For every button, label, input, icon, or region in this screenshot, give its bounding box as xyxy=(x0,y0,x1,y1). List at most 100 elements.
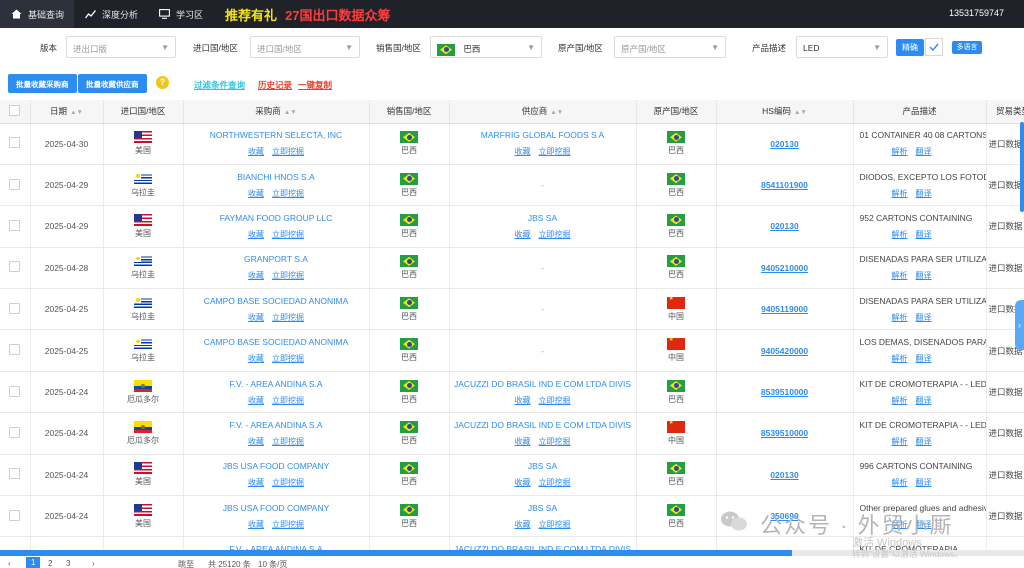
page-link[interactable]: 2 xyxy=(48,559,52,568)
mine-link[interactable]: 立即挖掘 xyxy=(539,230,571,239)
table-row[interactable]: 2025-04-24 美国 JBS USA FOOD COMPANY 收藏 立即挖掘 巴西… xyxy=(0,454,1024,497)
translate-link[interactable]: 翻译 xyxy=(916,271,932,280)
collect-link[interactable]: 收藏 xyxy=(515,230,531,239)
mine-link[interactable]: 立即挖掘 xyxy=(539,520,571,529)
collect-link[interactable]: 收藏 xyxy=(248,271,264,280)
scrollbar-thumb[interactable] xyxy=(0,550,792,556)
buyer-name[interactable]: JBS USA FOOD COMPANY xyxy=(184,503,369,513)
tab-basic-query[interactable]: 基础查询 xyxy=(0,0,75,28)
supplier-name[interactable]: JBS SA xyxy=(450,213,636,223)
table-row[interactable]: 2025-04-28 乌拉圭 GRANPORT S.A 收藏 立即挖掘 巴西 - 巴西 9405… xyxy=(0,247,1024,290)
page-size-select[interactable]: 10 条/页 xyxy=(258,559,287,568)
hs-code-link[interactable]: 9405210000 xyxy=(761,263,808,273)
precise-button[interactable]: 精确 xyxy=(896,39,924,56)
row-checkbox[interactable] xyxy=(9,385,21,397)
parse-link[interactable]: 解析 xyxy=(892,478,908,487)
table-row[interactable]: 2025-04-24 厄瓜多尔 F.V. - AREA ANDINA S.A 收藏 立即… xyxy=(0,412,1024,455)
next-page-icon[interactable]: › xyxy=(92,559,95,568)
hs-code-link[interactable]: 8539510000 xyxy=(761,428,808,438)
date-header[interactable]: 日期 ▲▼ xyxy=(30,100,104,124)
mine-link[interactable]: 立即挖掘 xyxy=(272,313,304,322)
mine-link[interactable]: 立即挖掘 xyxy=(272,271,304,280)
translate-link[interactable]: 翻译 xyxy=(916,230,932,239)
mine-link[interactable]: 立即挖掘 xyxy=(539,478,571,487)
supplier-name[interactable]: JACUZZI DO BRASIL IND E COM LTDA DIVIS xyxy=(450,420,636,430)
buyer-name[interactable]: F.V. - AREA ANDINA S.A xyxy=(184,379,369,389)
tab-deep-analysis[interactable]: 深度分析 xyxy=(74,0,148,28)
mine-link[interactable]: 立即挖掘 xyxy=(272,189,304,198)
collect-link[interactable]: 收藏 xyxy=(248,478,264,487)
translate-link[interactable]: 翻译 xyxy=(916,189,932,198)
row-checkbox[interactable] xyxy=(9,178,21,190)
collect-link[interactable]: 收藏 xyxy=(248,313,264,322)
precise-checkbox[interactable] xyxy=(925,38,943,56)
mine-link[interactable]: 立即挖掘 xyxy=(272,396,304,405)
vertical-scrollbar[interactable] xyxy=(1020,122,1024,212)
filter-query-link[interactable]: 过滤条件查询 xyxy=(194,79,245,91)
hs-code-link[interactable]: 9405420000 xyxy=(761,346,808,356)
mine-link[interactable]: 立即挖掘 xyxy=(539,396,571,405)
supplier-name[interactable]: MARFRIG GLOBAL FOODS S A xyxy=(450,130,636,140)
row-checkbox[interactable] xyxy=(9,261,21,273)
account-phone[interactable]: 13531759747 xyxy=(949,8,1004,18)
buyer-name[interactable]: GRANPORT S.A xyxy=(184,254,369,264)
collect-link[interactable]: 收藏 xyxy=(248,230,264,239)
row-checkbox[interactable] xyxy=(9,302,21,314)
supplier-name[interactable]: JACUZZI DO BRASIL IND E COM LTDA DIVIS xyxy=(450,379,636,389)
translate-link[interactable]: 翻译 xyxy=(916,437,932,446)
buyer-name[interactable]: JBS USA FOOD COMPANY xyxy=(184,461,369,471)
buyer-name[interactable]: F.V. - AREA ANDINA S.A xyxy=(184,420,369,430)
row-checkbox[interactable] xyxy=(9,137,21,149)
parse-link[interactable]: 解析 xyxy=(892,354,908,363)
translate-link[interactable]: 翻译 xyxy=(916,478,932,487)
referral-promo-link[interactable]: 推荐有礼 xyxy=(225,5,277,24)
mine-link[interactable]: 立即挖掘 xyxy=(272,230,304,239)
batch-collect-buyers-button[interactable]: 批量收藏采购商 xyxy=(8,74,77,93)
hs-code-link[interactable]: 8539510000 xyxy=(761,387,808,397)
table-row[interactable]: 2025-04-29 美国 FAYMAN FOOD GROUP LLC 收藏 立即挖掘巴… xyxy=(0,205,1024,248)
sort-icon[interactable]: ▲▼ xyxy=(550,109,563,116)
collect-link[interactable]: 收藏 xyxy=(248,189,264,198)
history-link[interactable]: 历史记录 xyxy=(258,79,292,91)
row-checkbox[interactable] xyxy=(9,426,21,438)
crowdfunding-promo-link[interactable]: 27国出口数据众筹 xyxy=(285,5,390,24)
parse-link[interactable]: 解析 xyxy=(892,396,908,405)
row-checkbox[interactable] xyxy=(9,344,21,356)
import-country-select[interactable]: 进口国/地区 ▼ xyxy=(250,36,360,58)
mine-link[interactable]: 立即挖掘 xyxy=(272,147,304,156)
sort-icon[interactable]: ▲▼ xyxy=(284,109,297,116)
table-row[interactable]: 2025-04-24 厄瓜多尔 F.V. - AREA ANDINA S.A 收藏 立即… xyxy=(0,371,1024,414)
hs-code-link[interactable]: 020130 xyxy=(770,221,798,231)
parse-link[interactable]: 解析 xyxy=(892,271,908,280)
hs-code-header[interactable]: HS编码 ▲▼ xyxy=(716,100,854,124)
prev-page-icon[interactable]: ‹ xyxy=(8,559,11,568)
row-checkbox[interactable] xyxy=(9,468,21,480)
side-expand-tab[interactable]: › xyxy=(1015,300,1024,350)
page-current[interactable]: 1 xyxy=(26,557,41,568)
collect-link[interactable]: 收藏 xyxy=(248,437,264,446)
mine-link[interactable]: 立即挖掘 xyxy=(272,520,304,529)
copy-all-link[interactable]: 一键复制 xyxy=(298,79,332,91)
parse-link[interactable]: 解析 xyxy=(892,313,908,322)
table-row[interactable]: 2025-04-30 美国 NORTHWESTERN SELECTA, INC 收藏立… xyxy=(0,123,1024,165)
mine-link[interactable]: 立即挖掘 xyxy=(539,147,571,156)
select-all-checkbox[interactable] xyxy=(9,104,21,116)
collect-link[interactable]: 收藏 xyxy=(515,396,531,405)
parse-link[interactable]: 解析 xyxy=(892,147,908,156)
parse-link[interactable]: 解析 xyxy=(892,437,908,446)
multilang-button[interactable]: 多语言 xyxy=(952,41,982,54)
row-checkbox[interactable] xyxy=(9,219,21,231)
buyer-name[interactable]: CAMPO BASE SOCIEDAD ANONIMA xyxy=(184,337,369,347)
collect-link[interactable]: 收藏 xyxy=(515,520,531,529)
table-row[interactable]: 2025-04-25 乌拉圭 CAMPO BASE SOCIEDAD ANONIMA… xyxy=(0,288,1024,331)
collect-link[interactable]: 收藏 xyxy=(248,396,264,405)
buyer-name[interactable]: FAYMAN FOOD GROUP LLC xyxy=(184,213,369,223)
translate-link[interactable]: 翻译 xyxy=(916,147,932,156)
tab-learning-area[interactable]: 学习区 xyxy=(148,0,213,28)
translate-link[interactable]: 翻译 xyxy=(916,313,932,322)
table-row[interactable]: 2025-04-25 乌拉圭 CAMPO BASE SOCIEDAD ANONIMA… xyxy=(0,329,1024,372)
mine-link[interactable]: 立即挖掘 xyxy=(272,354,304,363)
buyer-name[interactable]: BIANCHI HNOS S.A xyxy=(184,172,369,182)
sales-country-select[interactable]: 巴西 ▼ xyxy=(430,36,542,58)
buyer-name[interactable]: NORTHWESTERN SELECTA, INC xyxy=(184,130,369,140)
